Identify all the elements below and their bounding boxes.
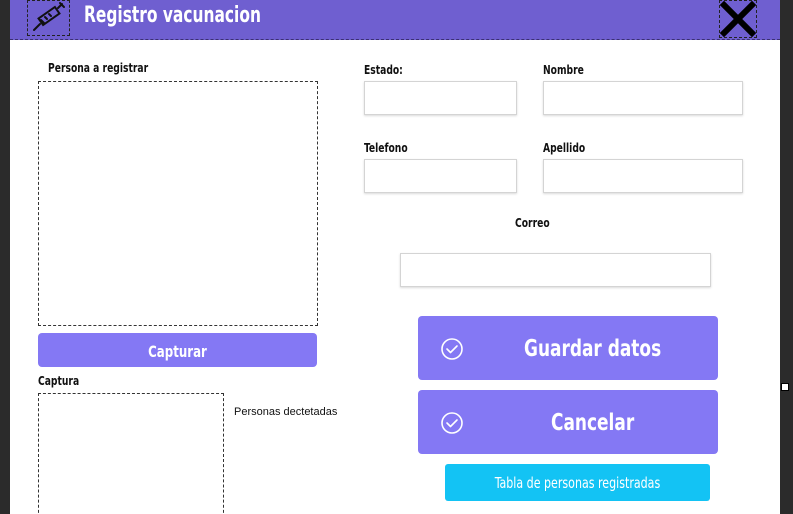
capturar-button[interactable]: Capturar [38, 333, 317, 367]
cancelar-button[interactable]: Cancelar [418, 390, 718, 454]
title-bar: Registro vacunacion [10, 0, 780, 40]
correo-field[interactable] [400, 253, 711, 287]
close-icon [719, 0, 757, 38]
nombre-label: Nombre [543, 63, 584, 77]
tabla-personas-label: Tabla de personas registradas [494, 474, 661, 492]
correo-label: Correo [515, 216, 550, 230]
resize-handle[interactable] [781, 383, 789, 391]
window-title: Registro vacunacion [84, 3, 261, 28]
telefono-field[interactable] [364, 159, 517, 193]
main-window: Registro vacunacion Persona a registrar … [10, 0, 780, 514]
persona-picture-box [38, 81, 318, 326]
apellido-label: Apellido [543, 141, 586, 155]
persona-label: Persona a registrar [48, 61, 149, 75]
captura-picture-box [38, 393, 224, 514]
estado-field[interactable] [364, 81, 517, 115]
estado-label: Estado: [364, 63, 403, 77]
captura-label: Captura [38, 374, 80, 388]
capturar-label: Capturar [148, 342, 207, 361]
apellido-field[interactable] [543, 159, 743, 193]
syringe-icon [27, 0, 70, 36]
close-button[interactable] [719, 0, 757, 38]
tabla-personas-button[interactable]: Tabla de personas registradas [445, 464, 710, 501]
telefono-label: Telefono [364, 141, 408, 155]
cancelar-label: Cancelar [551, 410, 635, 436]
guardar-button[interactable]: Guardar datos [418, 316, 718, 380]
nombre-field[interactable] [543, 81, 743, 115]
personas-detectadas-label: Personas dectetadas [234, 406, 338, 418]
guardar-label: Guardar datos [524, 336, 662, 362]
